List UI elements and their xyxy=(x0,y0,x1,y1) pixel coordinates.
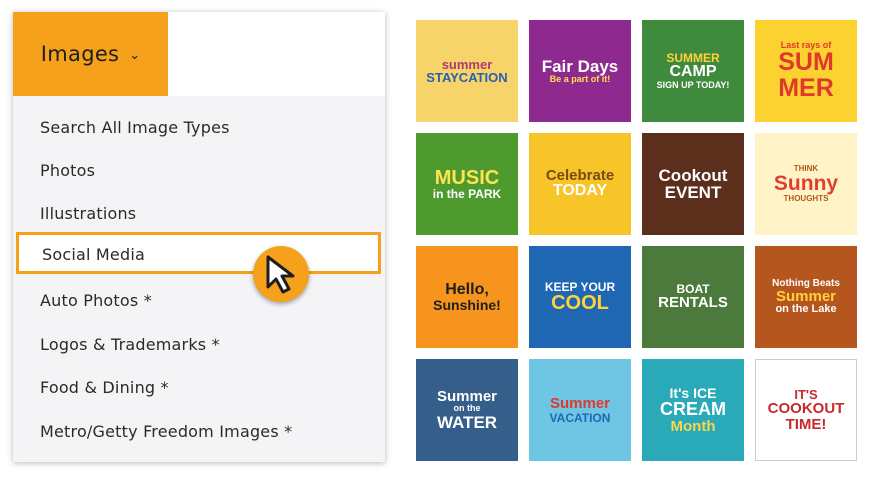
tile-ice-cream-month-l1: It's ICE xyxy=(669,385,717,402)
tile-summer-on-the-water-l3: WATER xyxy=(436,412,498,432)
tile-summer-camp-l3: SIGN UP TODAY! xyxy=(656,79,730,90)
tile-summer-camp-l2: CAMP xyxy=(669,63,717,81)
menu-item-auto-photos[interactable]: Auto Photos * xyxy=(40,291,152,310)
tile-think-sunny-thoughts-l2: Sunny xyxy=(773,172,839,196)
tile-summer-staycation-l1: summer xyxy=(441,56,493,72)
tile-summer-on-the-lake-l3: on the Lake xyxy=(775,303,837,316)
menu-item-social-media[interactable]: Social Media xyxy=(42,245,145,264)
tile-last-rays-of-summer-l2: SUM xyxy=(778,48,834,77)
tile-cookout-event[interactable]: Cookout EVENT xyxy=(642,133,744,235)
tile-think-sunny-thoughts[interactable]: THINK Sunny THOUGHTS xyxy=(755,133,857,235)
tile-summer-vacation-l1: Summer xyxy=(549,395,611,413)
tile-ice-cream-month-l3: Month xyxy=(670,417,716,435)
images-dropdown-panel: Images ⌄ Search All Image Types Photos I… xyxy=(13,12,385,462)
tile-hello-sunshine[interactable]: Hello, Sunshine! xyxy=(416,246,518,348)
tile-summer-on-the-lake-l2: Summer xyxy=(775,287,837,305)
tile-hello-sunshine-l1: Hello, xyxy=(445,280,489,298)
tile-ice-cream-month-l2: CREAM xyxy=(660,399,726,420)
tile-summer-vacation-l2: VACATION xyxy=(549,410,611,425)
tile-celebrate-today-l2: TODAY xyxy=(552,182,608,200)
tile-its-cookout-time-l3: TIME! xyxy=(785,415,827,433)
tile-its-cookout-time[interactable]: IT'S COOKOUT TIME! xyxy=(755,359,857,461)
tile-summer-staycation-l2: STAYCATION xyxy=(426,70,508,85)
menu-item-food-dining[interactable]: Food & Dining * xyxy=(40,378,169,397)
tile-music-in-the-park[interactable]: MUSIC in the PARK xyxy=(416,133,518,235)
tile-summer-camp[interactable]: SUMMER CAMP SIGN UP TODAY! xyxy=(642,20,744,122)
tile-keep-your-cool-l2: COOL xyxy=(551,291,609,314)
menu-item-metro-getty[interactable]: Metro/Getty Freedom Images * xyxy=(40,422,292,441)
tile-summer-staycation[interactable]: summer STAYCATION xyxy=(416,20,518,122)
images-dropdown-label: Images xyxy=(40,42,120,66)
tile-last-rays-of-summer-l3: MER xyxy=(778,73,834,102)
tile-music-in-the-park-l2: in the PARK xyxy=(432,187,502,202)
tile-its-cookout-time-l2: COOKOUT xyxy=(767,400,845,418)
tile-boat-rentals[interactable]: BOAT RENTALS xyxy=(642,246,744,348)
tile-fair-days-l1: Fair Days xyxy=(541,56,619,76)
tile-fair-days-l2: Be a part of it! xyxy=(549,74,611,85)
cursor-arrow-shape xyxy=(266,255,295,294)
menu-item-illustrations[interactable]: Illustrations xyxy=(40,204,136,223)
tile-summer-on-the-water[interactable]: Summer on the WATER xyxy=(416,359,518,461)
tile-its-cookout-time-l1: IT'S xyxy=(794,387,818,403)
tile-music-in-the-park-l1: MUSIC xyxy=(434,166,500,189)
pointer-cursor-icon xyxy=(253,246,309,302)
tile-summer-vacation[interactable]: Summer VACATION xyxy=(529,359,631,461)
tile-summer-on-the-lake[interactable]: Nothing Beats Summer on the Lake xyxy=(755,246,857,348)
tile-fair-days[interactable]: Fair Days Be a part of it! xyxy=(529,20,631,122)
tile-last-rays-of-summer[interactable]: Last rays of SUM MER xyxy=(755,20,857,122)
tile-cookout-event-l2: EVENT xyxy=(664,183,722,202)
menu-item-social-media-highlight[interactable]: Social Media xyxy=(16,232,381,274)
tile-keep-your-cool[interactable]: KEEP YOUR COOL xyxy=(529,246,631,348)
tile-celebrate-today[interactable]: Celebrate TODAY xyxy=(529,133,631,235)
dropdown-header: Images ⌄ xyxy=(13,12,385,96)
tile-summer-on-the-water-l1: Summer xyxy=(436,388,498,406)
tile-think-sunny-thoughts-l3: THOUGHTS xyxy=(783,193,829,203)
tile-boat-rentals-l2: RENTALS xyxy=(658,294,728,312)
tile-cookout-event-l1: Cookout xyxy=(658,165,728,185)
menu-item-search-all[interactable]: Search All Image Types xyxy=(40,118,230,137)
chevron-down-icon: ⌄ xyxy=(129,47,141,63)
menu-item-logos-trademarks[interactable]: Logos & Trademarks * xyxy=(40,335,220,354)
images-dropdown-button[interactable]: Images ⌄ xyxy=(13,12,168,96)
tile-ice-cream-month[interactable]: It's ICE CREAM Month xyxy=(642,359,744,461)
tile-hello-sunshine-l2: Sunshine! xyxy=(433,297,501,314)
tile-celebrate-today-l1: Celebrate xyxy=(545,167,615,185)
image-type-menu: Search All Image Types Photos Illustrati… xyxy=(13,96,385,462)
menu-item-photos[interactable]: Photos xyxy=(40,161,95,180)
